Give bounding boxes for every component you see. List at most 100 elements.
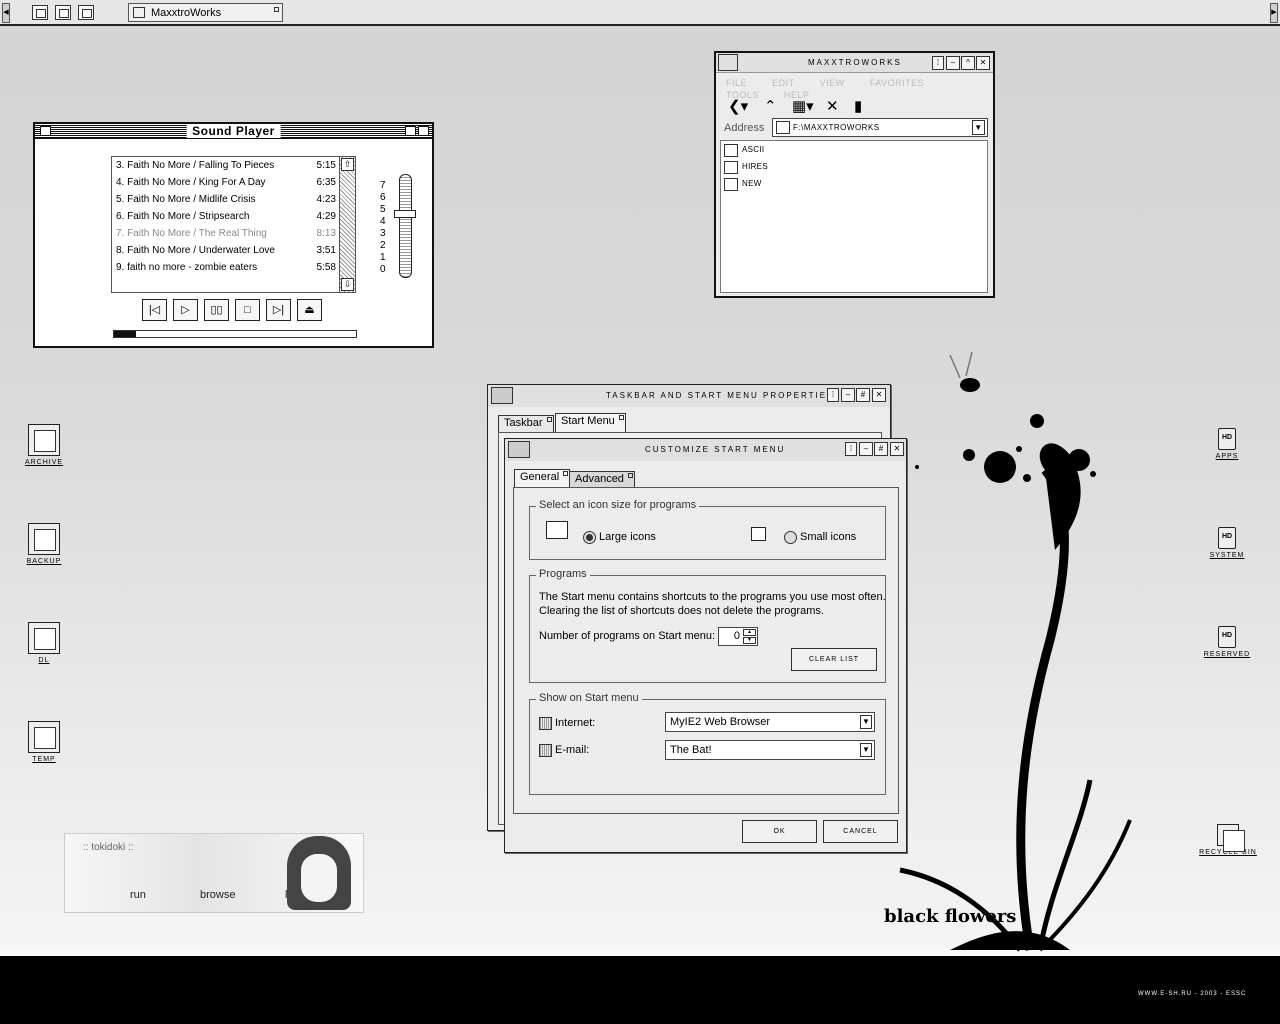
desktop-icon-label: DL: [38, 657, 50, 664]
large-icons-radio[interactable]: [583, 531, 596, 544]
browse-link[interactable]: browse: [200, 889, 235, 901]
dialog-title: TASKBAR AND START MENU PROPERTIES: [606, 391, 835, 400]
chevron-down-icon[interactable]: ▼: [972, 120, 985, 135]
tab-dot-icon: [618, 415, 624, 420]
tab-dot-icon: [627, 473, 633, 478]
desktop-icon-reserved[interactable]: RESERVED: [1197, 626, 1257, 658]
desktop-icon-apps[interactable]: APPS: [1197, 428, 1257, 460]
dialog-title: CUSTOMIZE START MENU: [645, 445, 786, 454]
prev-track-button[interactable]: |◁: [142, 299, 167, 321]
folder-icon: [133, 7, 145, 18]
menu-item-file[interactable]: FILE: [726, 78, 747, 88]
top-taskbar: ◀ MaxxtroWorks ▶: [0, 0, 1280, 26]
desktop-icon-archive[interactable]: ARCHIVE: [14, 424, 74, 466]
sound-player-titlebar[interactable]: Sound Player: [35, 124, 432, 139]
arrow-down-icon[interactable]: ⇩: [341, 278, 354, 291]
group-label: Show on Start menu: [536, 692, 642, 704]
stop-button[interactable]: □: [235, 299, 260, 321]
desktop-icon-recycle-bin[interactable]: RECYCLE BIN: [1197, 824, 1259, 856]
desktop-icon-dl[interactable]: DL: [14, 622, 74, 664]
desktop-icon-label: SYSTEM: [1209, 552, 1245, 559]
pause-button[interactable]: ▯▯: [204, 299, 229, 321]
tab-general[interactable]: General: [514, 469, 571, 488]
num-programs-value: 0: [733, 630, 740, 642]
grip-icon: ⁞: [932, 56, 944, 70]
explorer-titlebar[interactable]: MAXXTROWORKS ⁞ ‒ ^ ✕: [716, 53, 993, 73]
close-button[interactable]: ✕: [976, 56, 990, 70]
run-link[interactable]: run: [130, 889, 146, 901]
menu-item-favorites[interactable]: FAVORITES: [870, 78, 924, 88]
folder-icon[interactable]: [78, 5, 94, 20]
track-title: 4. Faith No More / King For A Day: [116, 177, 266, 188]
wallpaper-caption: black flowers: [884, 906, 1017, 927]
list-item[interactable]: 8. Faith No More / Underwater Love 3:51: [116, 244, 336, 261]
play-icon: ▷: [181, 304, 190, 316]
menu-item-edit[interactable]: EDIT: [772, 78, 795, 88]
back-icon[interactable]: ❮▾: [728, 97, 748, 115]
dialog-titlebar[interactable]: TASKBAR AND START MENU PROPERTIES ⁞ ‒ # …: [488, 385, 890, 407]
desktop-icon-temp[interactable]: TEMP: [14, 721, 74, 763]
list-item[interactable]: 5. Faith No More / Midlife Crisis 4:23: [116, 193, 336, 210]
internet-value: MyIE2 Web Browser: [670, 716, 771, 728]
ok-button[interactable]: OK: [742, 820, 817, 843]
list-item[interactable]: ASCII: [724, 143, 764, 159]
desktop-icon-backup[interactable]: BACKUP: [14, 523, 74, 565]
tab-dot-icon: [563, 471, 569, 476]
chevron-down-icon[interactable]: ▼: [743, 637, 756, 644]
chart-icon[interactable]: ▮: [854, 97, 862, 115]
eject-button[interactable]: ⏏: [297, 299, 322, 321]
up-icon[interactable]: ⌃: [764, 97, 777, 115]
list-item[interactable]: NEW: [724, 177, 762, 193]
address-combobox[interactable]: F:\MAXXTROWORKS ▼: [772, 118, 988, 137]
minimize-button[interactable]: ‒: [946, 56, 960, 70]
taskbar-window-button[interactable]: MaxxtroWorks: [128, 3, 283, 22]
email-label: E-mail:: [555, 744, 590, 756]
folder-icon[interactable]: [55, 5, 71, 20]
small-icons-radio[interactable]: [784, 531, 797, 544]
delete-icon[interactable]: ✕: [826, 97, 839, 115]
pause-icon: ▯▯: [210, 304, 223, 316]
file-name: ASCII: [742, 145, 765, 154]
track-duration: 5:58: [316, 262, 336, 273]
desktop-icon-system[interactable]: SYSTEM: [1197, 527, 1257, 559]
scroll-left-button[interactable]: ◀: [2, 3, 10, 23]
icon-size-group: Select an icon size for programs Large i…: [529, 499, 886, 560]
menu-item-view[interactable]: VIEW: [820, 78, 845, 88]
list-item[interactable]: 6. Faith No More / Stripsearch 4:29: [116, 210, 336, 227]
track-duration: 5:15: [316, 160, 336, 171]
arrow-up-icon[interactable]: ⇧: [341, 158, 354, 171]
volume-slider-thumb[interactable]: [394, 210, 416, 218]
email-value: The Bat!: [670, 744, 712, 756]
next-track-button[interactable]: ▷|: [266, 299, 291, 321]
internet-checkbox[interactable]: [539, 717, 552, 730]
email-checkbox[interactable]: [539, 744, 552, 757]
folder-icon[interactable]: [32, 5, 48, 20]
scroll-right-button[interactable]: ▶: [1270, 3, 1278, 23]
volume-slider-track[interactable]: [399, 174, 412, 278]
close-box-icon[interactable]: [40, 126, 51, 136]
chevron-up-icon[interactable]: ▲: [743, 629, 756, 636]
list-item[interactable]: 4. Faith No More / King For A Day 6:35: [116, 176, 336, 193]
zoom-box-icon[interactable]: [405, 126, 416, 136]
stop-icon: □: [244, 304, 251, 316]
list-item[interactable]: 9. faith no more - zombie eaters 5:58: [116, 261, 336, 278]
tab-taskbar[interactable]: Taskbar: [498, 415, 554, 432]
collapse-box-icon[interactable]: [418, 126, 429, 136]
num-programs-stepper[interactable]: 0 ▲ ▼: [718, 627, 758, 646]
list-item[interactable]: 7. Faith No More / The Real Thing 8:13: [116, 227, 336, 244]
list-item[interactable]: HIRES: [724, 160, 768, 176]
tab-advanced[interactable]: Advanced: [569, 471, 635, 488]
views-icon[interactable]: ▦▾: [792, 97, 814, 115]
play-button[interactable]: ▷: [173, 299, 198, 321]
playlist-scrollbar[interactable]: ⇧ ⇩: [339, 157, 355, 292]
taskbar-window-label: MaxxtroWorks: [151, 7, 222, 19]
group-label: Programs: [536, 568, 590, 580]
hard-drive-icon: [1218, 527, 1236, 549]
hard-drive-icon: [1218, 626, 1236, 648]
tab-start-menu[interactable]: Start Menu: [555, 413, 626, 432]
track-title: 9. faith no more - zombie eaters: [116, 262, 258, 273]
maximize-button[interactable]: ^: [961, 56, 975, 70]
playback-progress-bar[interactable]: [113, 330, 357, 338]
desktop-icon-label: TEMP: [32, 756, 56, 763]
list-item[interactable]: 3. Faith No More / Falling To Pieces 5:15: [116, 159, 336, 176]
